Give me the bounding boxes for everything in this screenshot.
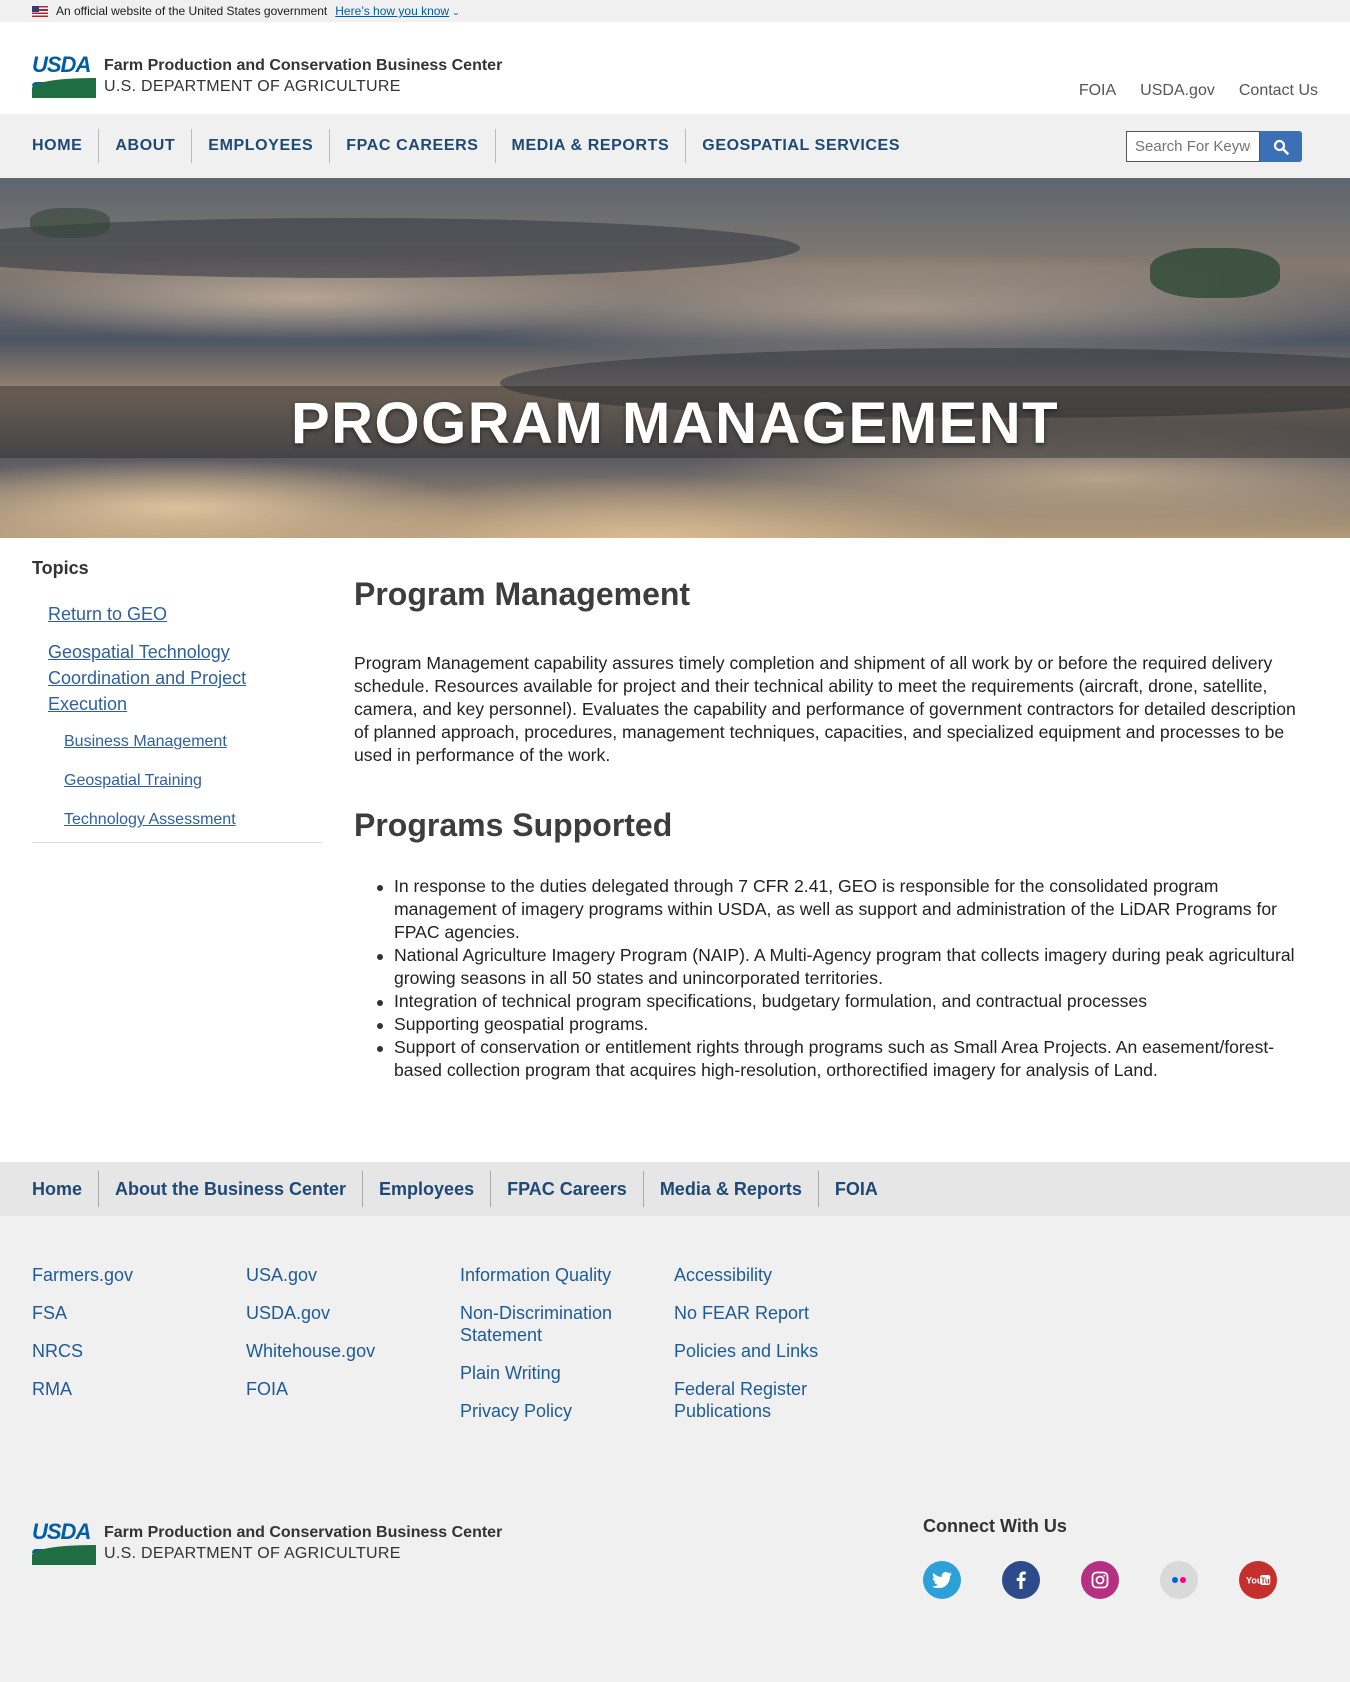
sidebar-title: Topics xyxy=(32,558,89,578)
nav-about[interactable]: ABOUT xyxy=(98,129,191,163)
footer-dept-name: U.S. DEPARTMENT OF AGRICULTURE xyxy=(104,1544,401,1562)
usda-logo-icon: USDA xyxy=(32,1521,96,1565)
site-logo[interactable]: USDA Farm Production and Conservation Bu… xyxy=(32,54,502,98)
util-link-usda[interactable]: USDA.gov xyxy=(1140,82,1215,100)
hero-banner: PROGRAM MANAGEMENT xyxy=(0,178,1350,538)
footer-link[interactable]: Accessibility xyxy=(674,1264,888,1286)
footer-nav-media[interactable]: Media & Reports xyxy=(642,1171,818,1207)
utility-links: FOIA USDA.gov Contact Us xyxy=(1079,82,1318,100)
sidebar-link-return-geo[interactable]: Return to GEO xyxy=(48,601,322,627)
site-footer: Farmers.gov FSA NRCS RMA USA.gov USDA.go… xyxy=(0,1216,1350,1682)
programs-list: In response to the duties delegated thro… xyxy=(354,875,1309,1082)
us-flag-icon xyxy=(32,5,48,17)
youtube-icon[interactable]: YouTube xyxy=(1239,1561,1277,1599)
util-link-contact[interactable]: Contact Us xyxy=(1239,82,1318,100)
how-you-know-link[interactable]: Here’s how you know ⌄ xyxy=(335,4,459,18)
footer-col-1: Farmers.gov FSA NRCS RMA xyxy=(32,1264,246,1438)
sidebar-sublink-geospatial-training[interactable]: Geospatial Training xyxy=(64,770,322,792)
section-heading: Programs Supported xyxy=(354,807,673,843)
footer-link[interactable]: Non-Discrimination Statement xyxy=(460,1302,650,1346)
chevron-down-icon: ⌄ xyxy=(452,7,460,17)
intro-paragraph: Program Management capability assures ti… xyxy=(354,653,1296,765)
footer-nav-foia[interactable]: FOIA xyxy=(817,1171,894,1207)
nav-home[interactable]: HOME xyxy=(32,129,98,163)
footer-link[interactable]: Farmers.gov xyxy=(32,1264,246,1286)
footer-link[interactable]: Policies and Links xyxy=(674,1340,888,1362)
usda-logo-text: USDA xyxy=(32,1519,91,1544)
instagram-icon[interactable] xyxy=(1081,1561,1119,1599)
sidebar-link-geospatial-technology[interactable]: Geospatial Technology Coordination and P… xyxy=(48,639,288,717)
footer-link[interactable]: Federal Register Publications xyxy=(674,1378,844,1422)
gov-banner-text: An official website of the United States… xyxy=(56,4,328,18)
search-form xyxy=(1126,131,1302,162)
list-item: Integration of technical program specifi… xyxy=(377,990,1309,1013)
footer-link[interactable]: USA.gov xyxy=(246,1264,460,1286)
footer-link[interactable]: No FEAR Report xyxy=(674,1302,888,1324)
nav-fpac-careers[interactable]: FPAC CAREERS xyxy=(329,129,494,163)
footer-org-name: Farm Production and Conservation Busines… xyxy=(104,1523,503,1541)
footer-col-3: Information Quality Non-Discrimination S… xyxy=(460,1264,674,1438)
site-header: USDA Farm Production and Conservation Bu… xyxy=(0,22,1350,114)
usda-logo-icon: USDA xyxy=(32,54,96,98)
footer-nav-employees[interactable]: Employees xyxy=(362,1171,490,1207)
footer-nav-careers[interactable]: FPAC Careers xyxy=(490,1171,643,1207)
gov-banner: An official website of the United States… xyxy=(0,0,1350,22)
list-item: National Agriculture Imagery Program (NA… xyxy=(377,944,1309,990)
facebook-icon[interactable] xyxy=(1002,1561,1040,1599)
search-button[interactable] xyxy=(1260,131,1302,162)
page-title: Program Management xyxy=(354,576,691,612)
connect-title: Connect With Us xyxy=(923,1516,1067,1536)
main-nav: HOME ABOUT EMPLOYEES FPAC CAREERS MEDIA … xyxy=(0,114,1350,178)
search-icon xyxy=(1273,139,1289,155)
list-item: In response to the duties delegated thro… xyxy=(377,875,1309,944)
sidebar: Topics Return to GEO Geospatial Technolo… xyxy=(32,558,322,843)
footer-link[interactable]: Whitehouse.gov xyxy=(246,1340,460,1362)
social-links: YouTube xyxy=(923,1561,1277,1599)
nav-employees[interactable]: EMPLOYEES xyxy=(191,129,329,163)
footer-col-2: USA.gov USDA.gov Whitehouse.gov FOIA xyxy=(246,1264,460,1438)
twitter-icon[interactable] xyxy=(923,1561,961,1599)
footer-link[interactable]: Privacy Policy xyxy=(460,1400,674,1422)
flickr-icon[interactable] xyxy=(1160,1561,1198,1599)
svg-text:Tube: Tube xyxy=(1261,1577,1271,1586)
sidebar-divider xyxy=(32,842,322,843)
footer-col-4: Accessibility No FEAR Report Policies an… xyxy=(674,1264,888,1438)
footer-nav: Home About the Business Center Employees… xyxy=(0,1162,1350,1216)
nav-media-reports[interactable]: MEDIA & REPORTS xyxy=(494,129,686,163)
footer-link[interactable]: NRCS xyxy=(32,1340,246,1362)
footer-link[interactable]: Plain Writing xyxy=(460,1362,674,1384)
connect-section: Connect With Us YouTube xyxy=(923,1516,1277,1599)
sidebar-sublink-technology-assessment[interactable]: Technology Assessment xyxy=(64,809,322,831)
footer-link[interactable]: FOIA xyxy=(246,1378,460,1400)
list-item: Support of conservation or entitlement r… xyxy=(377,1036,1309,1082)
usda-logo-text: USDA xyxy=(32,52,91,77)
footer-nav-about[interactable]: About the Business Center xyxy=(98,1171,362,1207)
list-item: Supporting geospatial programs. xyxy=(377,1013,1309,1036)
main-article: Program Management Program Management ca… xyxy=(354,574,1309,1082)
sidebar-sublink-business-management[interactable]: Business Management xyxy=(64,731,322,753)
search-input[interactable] xyxy=(1126,131,1260,162)
footer-link-columns: Farmers.gov FSA NRCS RMA USA.gov USDA.go… xyxy=(32,1264,888,1438)
page-content: Topics Return to GEO Geospatial Technolo… xyxy=(0,538,1350,1162)
org-name: Farm Production and Conservation Busines… xyxy=(104,56,503,74)
hero-title: PROGRAM MANAGEMENT xyxy=(290,391,1060,456)
footer-link[interactable]: FSA xyxy=(32,1302,246,1324)
footer-nav-home[interactable]: Home xyxy=(32,1171,98,1207)
footer-logo[interactable]: USDA Farm Production and Conservation Bu… xyxy=(32,1521,502,1565)
dept-name: U.S. DEPARTMENT OF AGRICULTURE xyxy=(104,77,401,95)
util-link-foia[interactable]: FOIA xyxy=(1079,82,1116,100)
nav-geospatial-services[interactable]: GEOSPATIAL SERVICES xyxy=(685,129,916,163)
footer-link[interactable]: Information Quality xyxy=(460,1264,674,1286)
how-you-know-label: Here’s how you know xyxy=(335,4,450,18)
footer-link[interactable]: RMA xyxy=(32,1378,246,1400)
footer-link[interactable]: USDA.gov xyxy=(246,1302,460,1324)
